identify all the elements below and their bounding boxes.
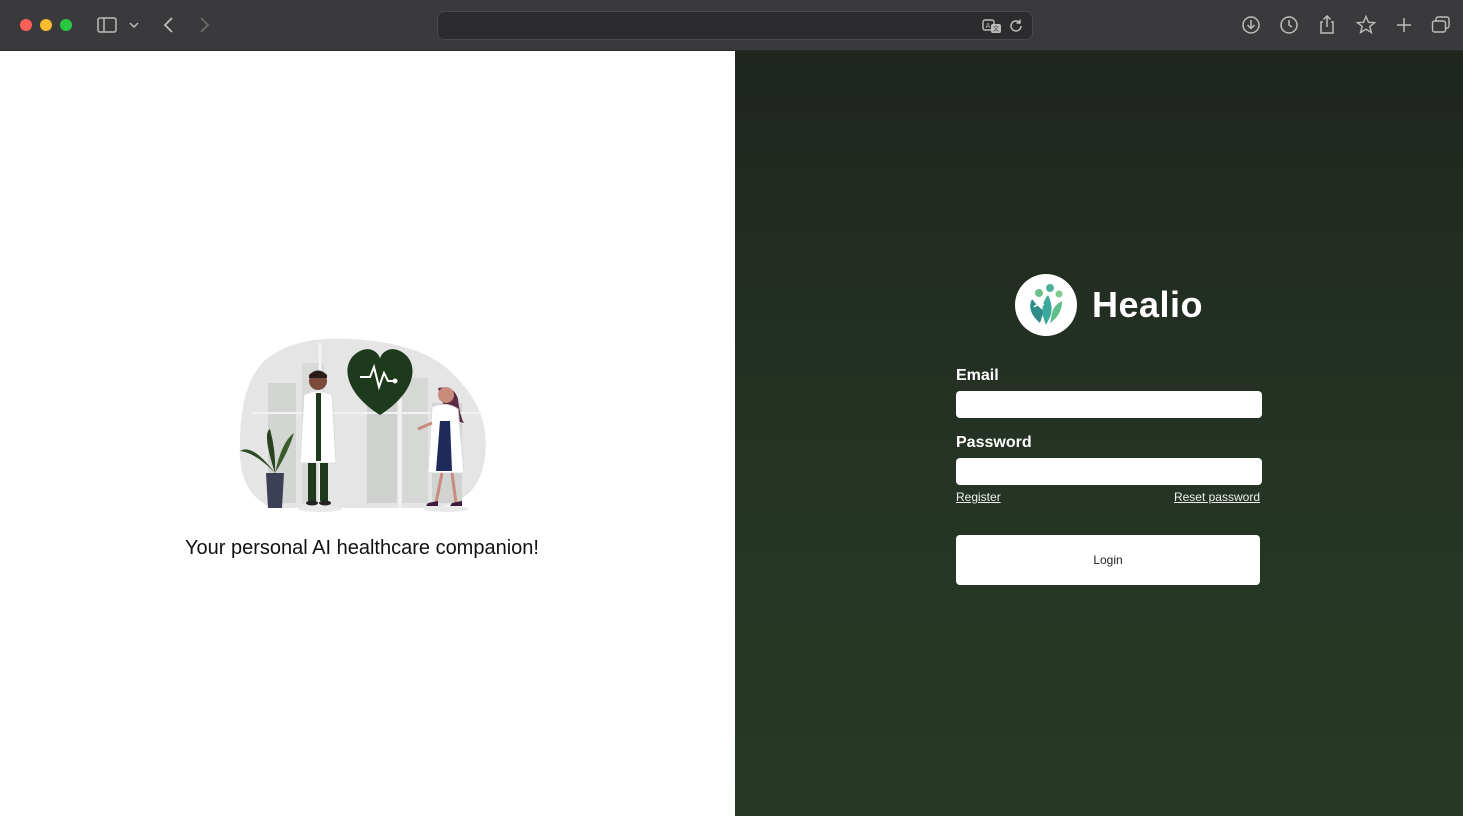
- brand-name: Healio: [1092, 284, 1204, 325]
- page: Your personal AI healthcare companion! H…: [0, 51, 1463, 816]
- email-label: Email: [956, 367, 999, 384]
- share-icon[interactable]: [1314, 13, 1340, 37]
- sidebar-icon[interactable]: [94, 13, 120, 37]
- password-field[interactable]: [956, 458, 1262, 485]
- reset-password-link[interactable]: Reset password: [1174, 490, 1260, 504]
- login-button[interactable]: Login: [956, 535, 1260, 585]
- email-field[interactable]: [956, 391, 1262, 418]
- chevron-down-icon[interactable]: [124, 13, 144, 37]
- history-icon[interactable]: [1276, 13, 1302, 37]
- address-bar[interactable]: A文: [437, 11, 1033, 40]
- close-window-button[interactable]: [20, 19, 32, 31]
- new-tab-icon[interactable]: [1391, 13, 1417, 37]
- password-label: Password: [956, 434, 1032, 451]
- bookmark-star-icon[interactable]: [1353, 13, 1379, 37]
- forward-icon[interactable]: [191, 13, 217, 37]
- healio-logo-icon: [1015, 274, 1077, 336]
- download-icon[interactable]: [1238, 13, 1264, 37]
- login-panel: Healio Email Password Register Reset pas…: [735, 51, 1463, 816]
- hero-panel: Your personal AI healthcare companion!: [0, 51, 735, 816]
- svg-text:A: A: [986, 22, 991, 30]
- tab-overview-icon[interactable]: [1428, 13, 1454, 37]
- minimize-window-button[interactable]: [40, 19, 52, 31]
- svg-text:文: 文: [993, 25, 999, 33]
- maximize-window-button[interactable]: [60, 19, 72, 31]
- brand: Healio: [1015, 274, 1203, 336]
- back-icon[interactable]: [156, 13, 182, 37]
- browser-toolbar: A文: [0, 0, 1463, 51]
- tagline: Your personal AI healthcare companion!: [185, 537, 539, 559]
- reload-icon[interactable]: [1008, 18, 1024, 39]
- doctors-illustration: [239, 338, 486, 512]
- translate-icon[interactable]: A文: [982, 18, 1002, 39]
- register-link[interactable]: Register: [956, 490, 1001, 504]
